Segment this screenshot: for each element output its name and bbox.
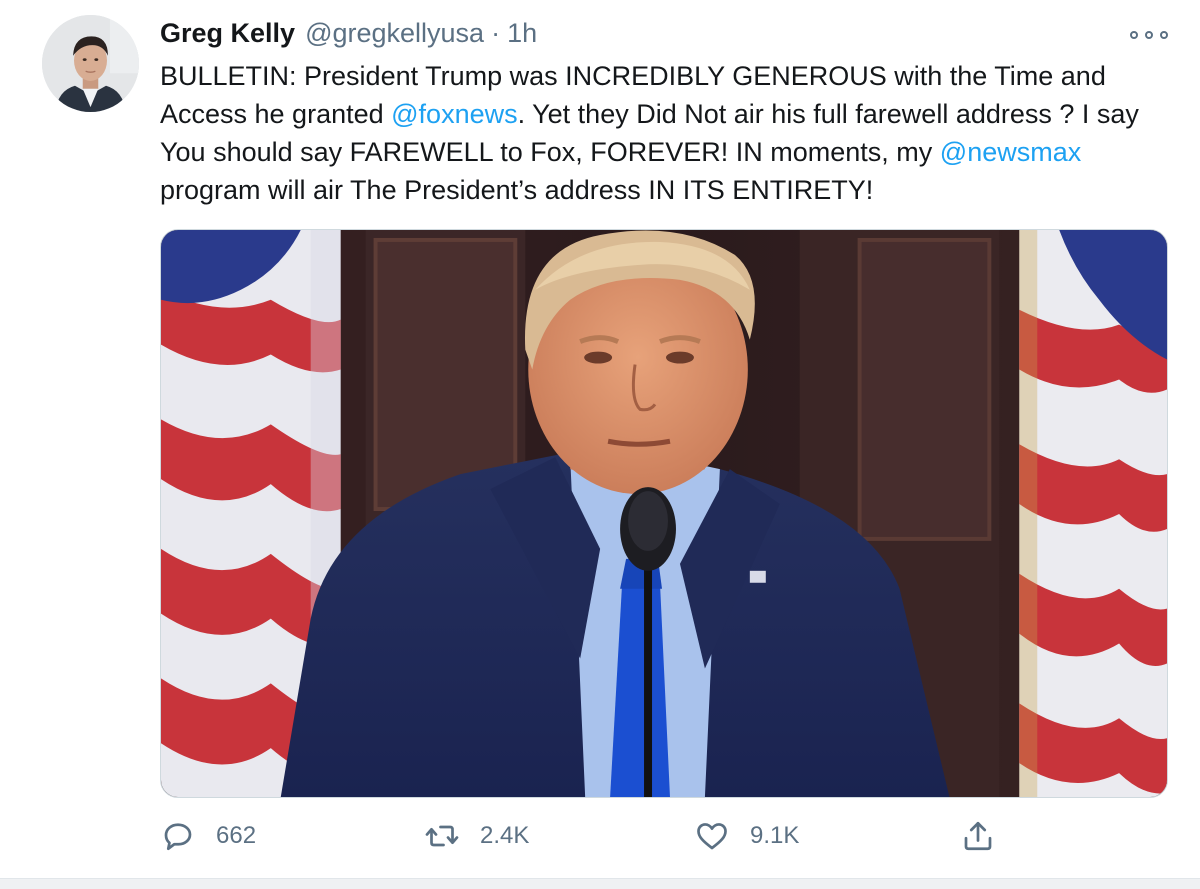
reply-button[interactable]: 662: [160, 814, 256, 858]
retweet-button[interactable]: 2.4K: [424, 814, 529, 858]
reply-count: 662: [216, 822, 257, 849]
tweet-media-photo[interactable]: [160, 229, 1168, 798]
retweet-count: 2.4K: [480, 822, 530, 849]
avatar-image: [42, 15, 139, 112]
tweet-header: Greg Kelly @gregkellyusa · 1h: [160, 18, 537, 54]
retweet-arrows-icon: [425, 825, 459, 847]
tweet-text-segment: program will air The President’s address…: [160, 175, 874, 205]
like-button[interactable]: 9.1K: [694, 814, 799, 858]
timeline-divider: [0, 878, 1200, 889]
tweet-card[interactable]: Greg Kelly @gregkellyusa · 1h BULLETIN: …: [0, 0, 1200, 878]
tweet-text: BULLETIN: President Trump was INCREDIBLY…: [160, 57, 1170, 209]
speech-bubble-icon: [164, 823, 192, 851]
header-separator: ·: [491, 18, 501, 48]
share-upload-icon: [964, 821, 992, 851]
mention-link[interactable]: @foxnews: [391, 99, 517, 129]
user-handle[interactable]: @gregkellyusa: [305, 18, 484, 49]
tweet-timestamp[interactable]: 1h: [507, 18, 537, 49]
heart-icon: [697, 823, 727, 850]
photo-image: [161, 230, 1167, 797]
mention-link[interactable]: @newsmax: [940, 137, 1081, 167]
like-count: 9.1K: [750, 822, 800, 849]
more-options-icon[interactable]: [1130, 24, 1168, 46]
tweet-actions: 662 2.4K 9.1K: [160, 814, 1170, 858]
avatar[interactable]: [42, 15, 139, 112]
share-button[interactable]: [960, 814, 996, 858]
display-name[interactable]: Greg Kelly: [160, 18, 295, 49]
